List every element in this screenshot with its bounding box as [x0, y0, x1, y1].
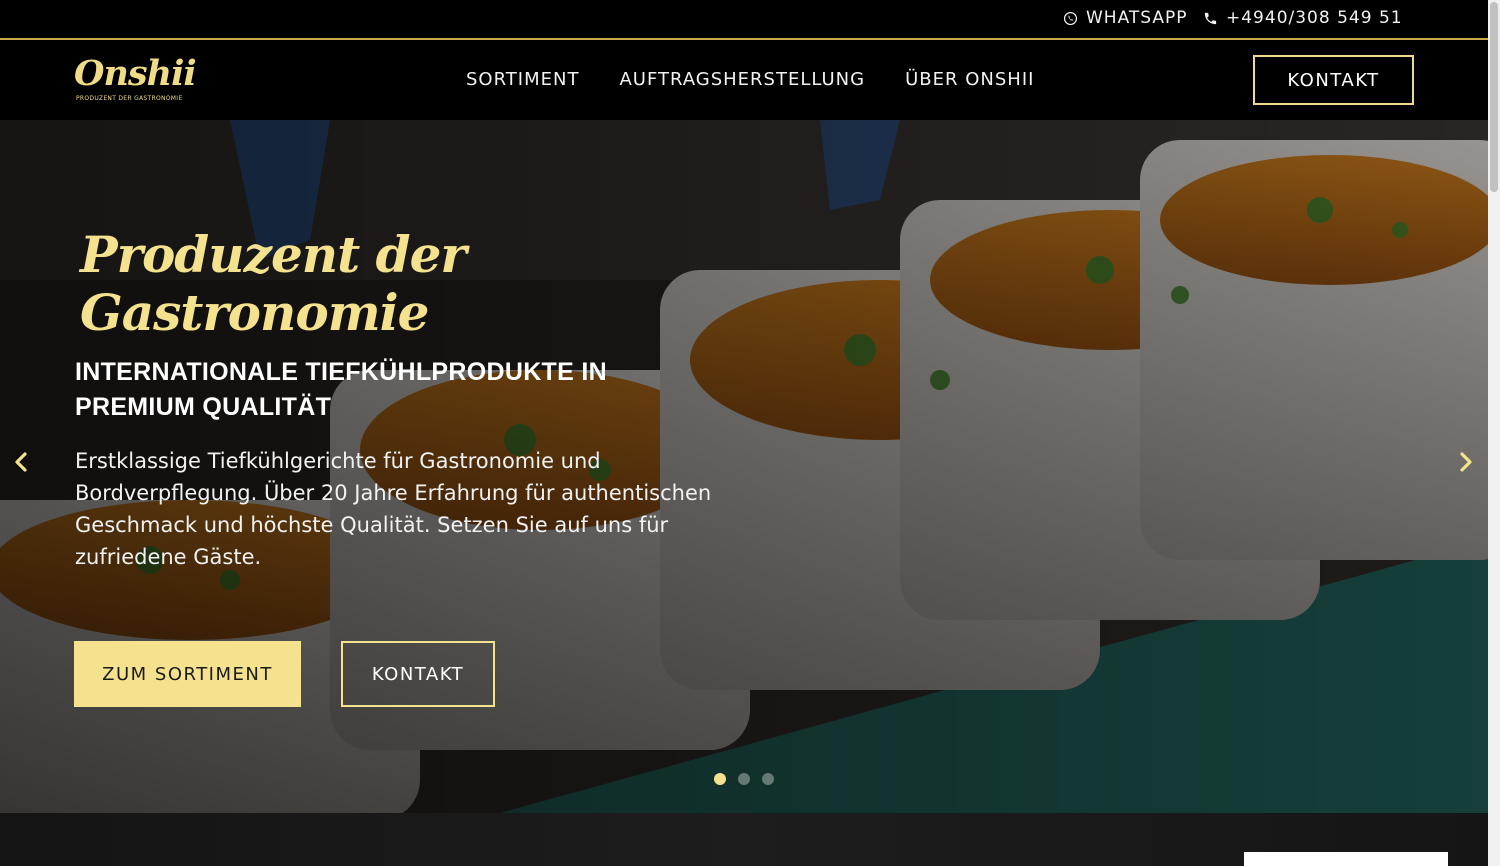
- nav-item-sortiment[interactable]: SORTIMENT: [466, 69, 579, 90]
- slider-dot-3[interactable]: [762, 773, 774, 785]
- slider-next-icon[interactable]: [1453, 450, 1477, 474]
- zum-sortiment-button[interactable]: ZUM SORTIMENT: [74, 641, 301, 707]
- hero-title-line-2: Gastronomie: [80, 283, 429, 342]
- top-bar: WHATSAPP +4940/308 549 51: [0, 0, 1488, 38]
- nav-item-auftragsherstellung[interactable]: AUFTRAGSHERSTELLUNG: [619, 69, 865, 90]
- logo-wordmark: Onshii: [74, 53, 197, 94]
- slider-pagination: [714, 773, 774, 785]
- logo[interactable]: Onshii PRODUZENT DER GASTRONOMIE: [74, 54, 197, 106]
- main-nav: SORTIMENT AUFTRAGSHERSTELLUNG ÜBER ONSHI…: [466, 69, 1034, 90]
- phone-icon: [1204, 12, 1217, 24]
- header-contact-button[interactable]: KONTAKT: [1253, 55, 1414, 105]
- slider-dot-2[interactable]: [738, 773, 750, 785]
- hero-contact-button[interactable]: KONTAKT: [341, 641, 495, 707]
- hero-subtitle-line-1: INTERNATIONALE TIEFKÜHLPRODUKTE IN: [75, 358, 607, 386]
- phone-link[interactable]: +4940/308 549 51: [1203, 8, 1403, 28]
- next-section-card: [1244, 852, 1448, 866]
- hero-title-line-1: Produzent der: [80, 225, 467, 284]
- slider-prev-icon[interactable]: [10, 450, 34, 474]
- hero-subtitle: INTERNATIONALE TIEFKÜHLPRODUKTE IN PREMI…: [75, 355, 675, 425]
- hero-title: Produzent der Gastronomie: [80, 226, 560, 342]
- slider-dot-1[interactable]: [714, 773, 726, 785]
- whatsapp-icon: [1063, 11, 1078, 25]
- phone-label: +4940/308 549 51: [1226, 8, 1403, 28]
- logo-tagline: PRODUZENT DER GASTRONOMIE: [76, 95, 183, 102]
- page-scrollbar-thumb[interactable]: [1490, 2, 1498, 192]
- whatsapp-label: WHATSAPP: [1086, 8, 1188, 28]
- hero-subtitle-line-2: PREMIUM QUALITÄT: [75, 393, 332, 421]
- whatsapp-link[interactable]: WHATSAPP: [1063, 8, 1188, 28]
- hero-description: Erstklassige Tiefkühlgerichte für Gastro…: [75, 449, 712, 569]
- nav-item-ueber-onshii[interactable]: ÜBER ONSHII: [905, 69, 1034, 90]
